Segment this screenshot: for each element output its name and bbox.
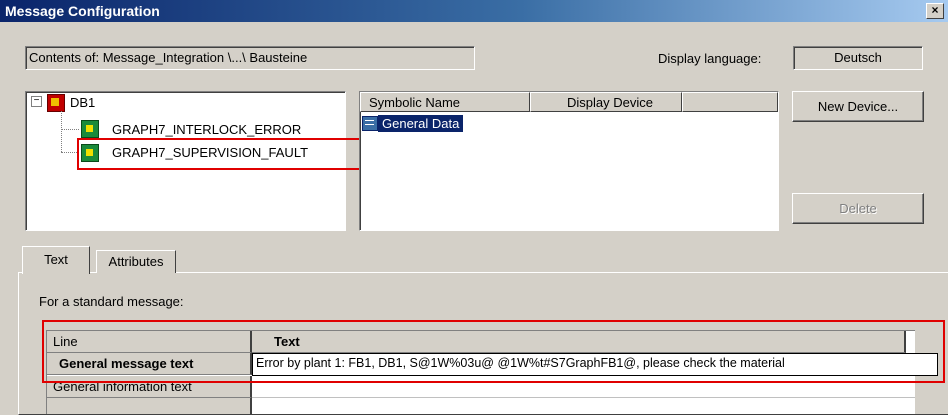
column-header-symbolic-name[interactable]: Symbolic Name xyxy=(360,92,530,112)
tree-item-db1[interactable]: DB1 xyxy=(70,95,95,110)
tree-item-interlock-error[interactable]: GRAPH7_INTERLOCK_ERROR xyxy=(112,122,301,137)
contents-field-text: Contents of: Message_Integration \...\ B… xyxy=(29,50,308,65)
display-language-value: Deutsch xyxy=(834,50,882,65)
graph7-alarm-icon xyxy=(81,120,99,138)
tab-attributes[interactable]: Attributes xyxy=(96,250,176,273)
window-title: Message Configuration xyxy=(5,3,160,19)
annotation-highlight-box xyxy=(42,320,945,383)
device-list[interactable]: Symbolic Name Display Device General Dat… xyxy=(359,91,779,231)
contents-field: Contents of: Message_Integration \...\ B… xyxy=(25,46,475,70)
standard-message-label: For a standard message: xyxy=(39,294,184,309)
new-device-button[interactable]: New Device... xyxy=(792,91,924,122)
data-table-icon xyxy=(362,116,378,131)
tab-text[interactable]: Text xyxy=(22,246,90,274)
table-row-blank xyxy=(47,398,252,414)
tree-connector xyxy=(61,129,79,130)
title-bar: Message Configuration × xyxy=(0,0,948,22)
column-header-empty xyxy=(682,92,778,112)
close-icon[interactable]: × xyxy=(926,3,944,19)
db-block-icon xyxy=(47,94,65,112)
tree-connector xyxy=(61,111,62,152)
display-language-label: Display language: xyxy=(658,51,762,66)
device-row-general-data[interactable]: General Data xyxy=(378,115,464,132)
delete-button[interactable]: Delete xyxy=(792,193,924,224)
display-language-field: Deutsch xyxy=(793,46,923,70)
collapse-icon[interactable]: − xyxy=(31,96,42,107)
annotation-highlight-box xyxy=(77,138,371,170)
column-header-display-device[interactable]: Display Device xyxy=(530,92,682,112)
